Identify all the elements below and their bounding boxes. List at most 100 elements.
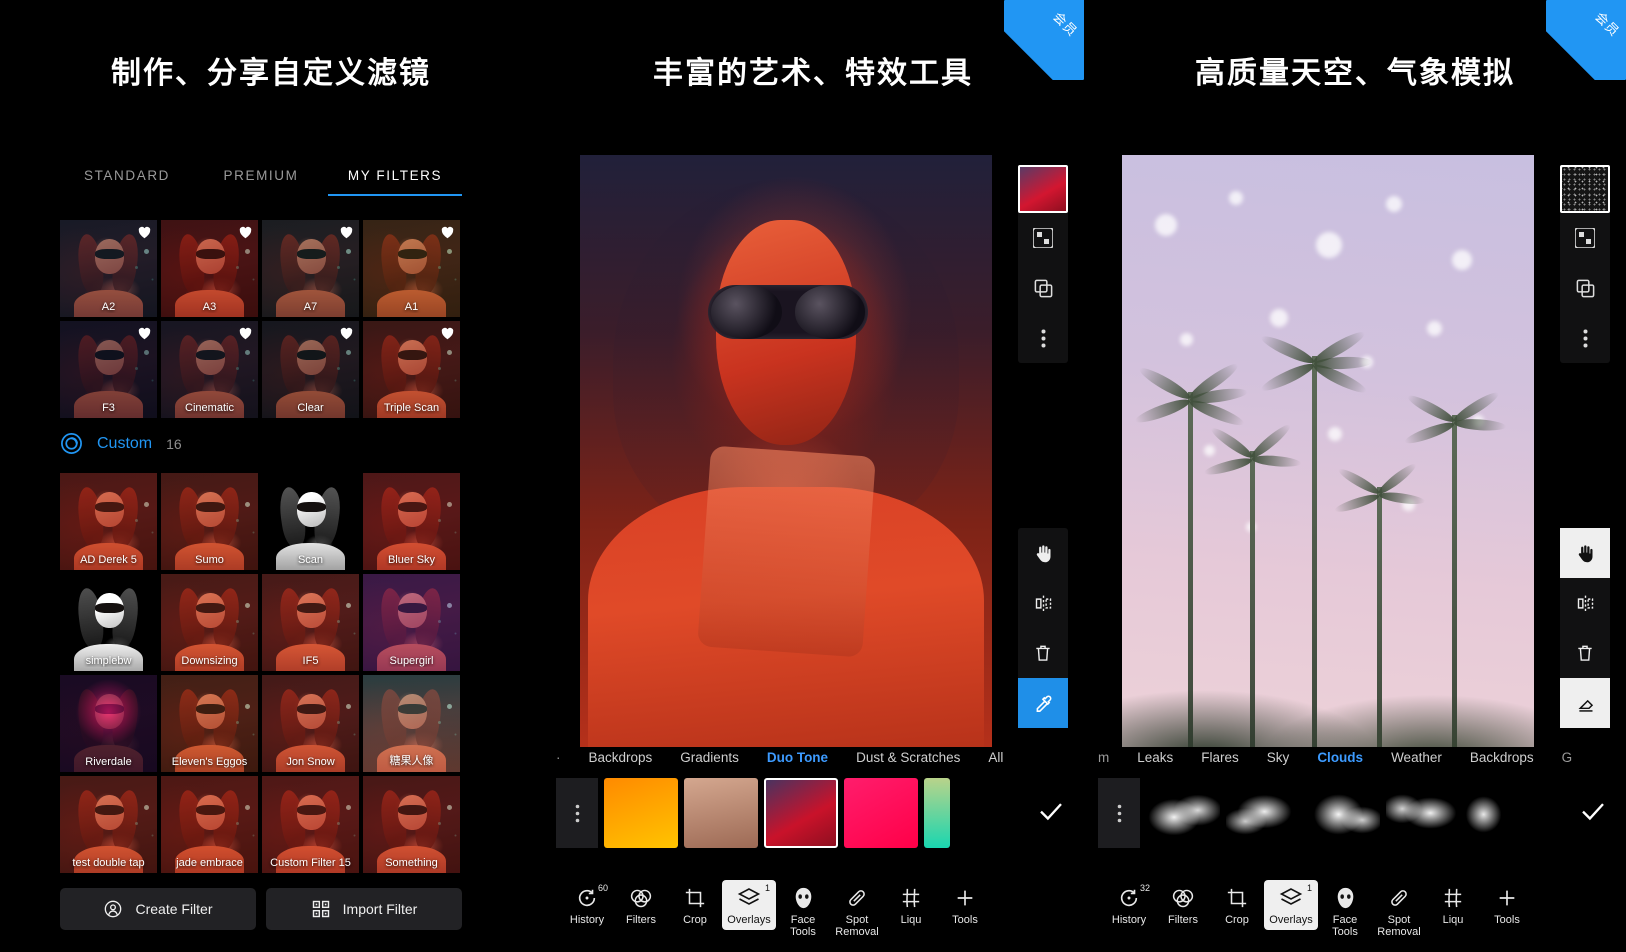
tool-face-tools[interactable]: Face Tools	[1318, 880, 1372, 942]
swatch-cloud-5[interactable]	[1466, 778, 1510, 848]
tool-filters[interactable]: Filters	[1156, 880, 1210, 930]
create-filter-button[interactable]: Create Filter	[60, 888, 256, 930]
filter-thumb[interactable]: A1	[363, 220, 460, 317]
filter-thumb[interactable]: A3	[161, 220, 258, 317]
filter-thumb[interactable]: test double tap	[60, 776, 157, 873]
filter-thumb[interactable]: AD Derek 5	[60, 473, 157, 570]
filter-thumb[interactable]: Sumo	[161, 473, 258, 570]
cat-backdrops[interactable]: Backdrops	[1456, 744, 1548, 771]
cat-sky[interactable]: Sky	[1253, 744, 1304, 771]
eraser-icon[interactable]	[1560, 678, 1610, 728]
cat-leaks[interactable]: Leaks	[1123, 744, 1187, 771]
tool-overlays[interactable]: 1 Overlays	[1264, 880, 1318, 930]
tab-standard[interactable]: STANDARD	[60, 168, 194, 196]
filter-thumb[interactable]: Eleven's Eggos	[161, 675, 258, 772]
cat-flares[interactable]: Flares	[1187, 744, 1253, 771]
mirror-icon[interactable]	[1018, 578, 1068, 628]
filter-thumb[interactable]: Jon Snow	[262, 675, 359, 772]
filter-thumb[interactable]: jade embrace	[161, 776, 258, 873]
swatch-orange-gradient[interactable]	[604, 778, 678, 848]
favourite-heart-icon[interactable]	[339, 326, 354, 340]
trash-icon[interactable]	[1018, 628, 1068, 678]
favourite-heart-icon[interactable]	[238, 326, 253, 340]
noise-swatch[interactable]	[1560, 165, 1610, 213]
mirror-icon[interactable]	[1560, 578, 1610, 628]
swatch-cloud-2[interactable]	[1226, 778, 1300, 848]
favourite-heart-icon[interactable]	[440, 326, 455, 340]
filter-thumb[interactable]: Something	[363, 776, 460, 873]
checkerboard-icon[interactable]	[1018, 213, 1068, 263]
editor-canvas[interactable]	[1122, 155, 1534, 747]
confirm-overlay-button[interactable]	[1578, 796, 1626, 831]
filter-thumb[interactable]: Riverdale	[60, 675, 157, 772]
import-filter-button[interactable]: Import Filter	[266, 888, 462, 930]
swatch-tan-gradient[interactable]	[684, 778, 758, 848]
filter-thumb[interactable]: Bluer Sky	[363, 473, 460, 570]
tool-spot-removal[interactable]: Spot Removal	[1372, 880, 1426, 942]
favourite-heart-icon[interactable]	[339, 225, 354, 239]
favourite-heart-icon[interactable]	[137, 326, 152, 340]
filter-thumb[interactable]: simplebw	[60, 574, 157, 671]
gradient-swatch[interactable]	[1018, 165, 1068, 213]
tool-tools[interactable]: Tools	[1480, 880, 1534, 930]
filter-thumb[interactable]: Custom Filter 15	[262, 776, 359, 873]
filter-thumb[interactable]: 糖果人像	[363, 675, 460, 772]
swatch-red-duotone[interactable]	[764, 778, 838, 848]
favourite-heart-icon[interactable]	[238, 225, 253, 239]
hand-icon[interactable]	[1560, 528, 1610, 578]
tool-history[interactable]: 60 History	[560, 880, 614, 930]
filter-thumb[interactable]: A7	[262, 220, 359, 317]
duplicate-layer-icon[interactable]	[1560, 263, 1610, 313]
trash-icon[interactable]	[1560, 628, 1610, 678]
tool-history[interactable]: 32 History	[1102, 880, 1156, 930]
favourite-heart-icon[interactable]	[137, 225, 152, 239]
tab-premium[interactable]: PREMIUM	[194, 168, 328, 196]
tab-my-filters[interactable]: MY FILTERS	[328, 168, 462, 196]
filter-thumb[interactable]: Supergirl	[363, 574, 460, 671]
tool-tools[interactable]: Tools	[938, 880, 992, 930]
swatch-pink-gradient[interactable]	[844, 778, 918, 848]
swatch-more-kebab[interactable]	[1098, 778, 1140, 848]
tool-overlays[interactable]: 1 Overlays	[722, 880, 776, 930]
filter-thumb[interactable]: Cinematic	[161, 321, 258, 418]
confirm-overlay-button[interactable]	[1036, 796, 1084, 831]
cat-weather[interactable]: Weather	[1377, 744, 1456, 771]
cat-gradients[interactable]: Gradients	[666, 744, 753, 771]
duplicate-layer-icon[interactable]	[1018, 263, 1068, 313]
filter-thumb[interactable]: A2	[60, 220, 157, 317]
cat-clipped-left[interactable]: ·	[542, 744, 575, 771]
favourite-heart-icon[interactable]	[440, 225, 455, 239]
swatch-more-kebab[interactable]	[556, 778, 598, 848]
cat-clipped-left[interactable]: m	[1084, 744, 1123, 771]
cat-backdrops[interactable]: Backdrops	[575, 744, 667, 771]
swatch-teal-gradient[interactable]	[924, 778, 950, 848]
cat-duo-tone[interactable]: Duo Tone	[753, 744, 842, 771]
tool-filters[interactable]: Filters	[614, 880, 668, 930]
tool-crop[interactable]: Crop	[668, 880, 722, 930]
filter-thumb[interactable]: Downsizing	[161, 574, 258, 671]
cat-dust-scratches[interactable]: Dust & Scratches	[842, 744, 974, 771]
tool-spot-removal[interactable]: Spot Removal	[830, 880, 884, 942]
editor-canvas[interactable]	[580, 155, 992, 747]
more-kebab-icon[interactable]	[1018, 313, 1068, 363]
tool-crop[interactable]: Crop	[1210, 880, 1264, 930]
custom-section-header[interactable]: Custom 16	[60, 432, 182, 455]
hand-icon[interactable]	[1018, 528, 1068, 578]
cat-clipped-right[interactable]: G	[1548, 744, 1587, 771]
filter-thumb[interactable]: IF5	[262, 574, 359, 671]
swatch-cloud-1[interactable]	[1146, 778, 1220, 848]
cat-clouds[interactable]: Clouds	[1303, 744, 1377, 771]
swatch-cloud-4[interactable]	[1386, 778, 1460, 848]
cat-all[interactable]: All	[974, 744, 1017, 771]
tool-face-tools[interactable]: Face Tools	[776, 880, 830, 942]
eyedropper-icon[interactable]	[1018, 678, 1068, 728]
filter-thumb[interactable]: Clear	[262, 321, 359, 418]
checkerboard-icon[interactable]	[1560, 213, 1610, 263]
more-kebab-icon[interactable]	[1560, 313, 1610, 363]
filter-thumb[interactable]: F3	[60, 321, 157, 418]
filter-thumb[interactable]: Triple Scan	[363, 321, 460, 418]
swatch-cloud-3[interactable]	[1306, 778, 1380, 848]
tool-liquify[interactable]: Liqu	[1426, 880, 1480, 930]
filter-thumb[interactable]: Scan	[262, 473, 359, 570]
tool-liquify[interactable]: Liqu	[884, 880, 938, 930]
